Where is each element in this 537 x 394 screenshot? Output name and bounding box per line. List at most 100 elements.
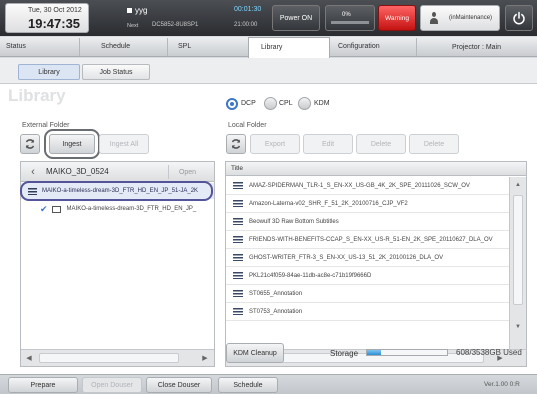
package-icon [233,254,243,261]
list-item[interactable]: ✔ MAIKO-a-timeless-dream-3D_FTR_HD_EN_JP… [40,202,212,216]
column-header-title: Title [226,162,526,176]
schedule-button[interactable]: Schedule [218,377,278,393]
table-row[interactable]: ST0753_Annotation [226,303,509,321]
radio-dcp[interactable]: DCP [226,96,262,112]
sub-tab-bar [0,58,537,84]
warning-button[interactable]: Warning [378,5,416,31]
table-row[interactable]: FRIENDS-WITH-BENEFITS-CCAP_S_EN-XX_US-R_… [226,231,509,249]
tab-library[interactable]: Library [248,37,330,58]
clock-panel: Tue, 30 Oct 2012 19:47:35 [5,3,89,33]
power-off-button[interactable] [505,5,533,31]
scroll-down-icon[interactable]: ▼ [510,319,526,335]
progress-percent: 0% [342,12,351,18]
scroll-thumb[interactable] [513,195,523,305]
tab-projector-main[interactable]: Projector : Main [420,39,533,55]
now-playing-title: yyg [135,6,148,15]
radio-label: DCP [241,100,256,107]
table-row[interactable]: ST0655_Annotation [226,285,509,303]
external-path-label: MAIKO_3D_0524 [46,167,109,176]
refresh-icon [231,139,241,149]
local-vertical-scrollbar[interactable]: ▲ ▼ [509,177,526,349]
radio-label: KDM [314,100,330,107]
row-title: Beowulf 3D Raw Bottom Subtitles [249,218,339,225]
storage-usage-text: 608/3538GB Used [456,348,522,357]
kdm-cleanup-button[interactable]: KDM Cleanup [226,343,284,363]
radio-kdm[interactable]: KDM [298,96,338,112]
external-horizontal-scrollbar[interactable]: ◀ ▶ [21,349,214,366]
package-icon [233,272,243,279]
row-title: GHOST-WRITER_FTR-3_S_EN-XX_US-13_51_2K_2… [249,254,444,261]
power-on-button[interactable]: Power ON [272,5,320,31]
ingest-button[interactable]: Ingest [49,134,95,154]
time-label: 19:47:35 [28,16,81,31]
storage-bar [366,349,448,356]
back-arrow-icon[interactable]: ‹ [27,165,39,179]
date-label: Tue, 30 Oct 2012 [28,7,82,14]
tab-label: Configuration [338,43,380,50]
row-title: Amazon-Laterna-v02_SHR_F_51_2K_20100716_… [249,200,408,207]
package-icon [233,236,243,243]
ingest-all-button[interactable]: Ingest All [99,134,149,154]
scroll-left-icon[interactable]: ◀ [21,350,37,366]
scroll-thumb[interactable] [39,353,179,363]
version-label: Ver.1.00 0:R [484,381,520,388]
radio-cpl[interactable]: CPL [264,96,300,112]
sub-tab-job-status[interactable]: Job Status [82,64,150,80]
list-item[interactable]: MAIKO-a-timeless-dream-3D_FTR_HD_EN_JP_5… [24,184,210,198]
user-name: (inMaintenance) [449,15,493,21]
radio-selected-icon [226,98,238,110]
row-title: ST0655_Annotation [249,290,303,297]
tab-spl[interactable]: SPL [175,38,245,56]
checkmark-icon[interactable]: ✔ [40,204,48,215]
external-item-name: MAIKO-a-timeless-dream-3D_FTR_HD_EN_JP_ [66,206,197,212]
table-row[interactable]: GHOST-WRITER_FTR-3_S_EN-XX_US-13_51_2K_2… [226,249,509,267]
refresh-icon [25,139,35,149]
external-item-name: MAIKO-a-timeless-dream-3D_FTR_HD_EN_JP_5… [42,188,199,194]
tab-label: Library [261,44,283,51]
package-icon [233,290,243,297]
table-row[interactable]: Beowulf 3D Raw Bottom Subtitles [226,213,509,231]
user-icon [430,12,438,25]
tab-configuration[interactable]: Configuration [332,38,417,56]
local-folder-panel: Title AMAZ-SPIDERMAN_TLR-1_S_EN-XX_US-GB… [225,161,527,367]
sub-tab-library[interactable]: Library [18,64,80,80]
filter-radio-group: DCP CPL KDM [226,96,346,112]
package-icon [233,218,243,225]
reel-icon [51,205,61,213]
scroll-up-icon[interactable]: ▲ [510,177,526,193]
local-refresh-button[interactable] [226,134,246,154]
scroll-right-icon[interactable]: ▶ [197,350,213,366]
radio-icon [264,97,277,110]
close-douser-button[interactable]: Close Douser [146,377,212,393]
power-icon [513,11,525,25]
open-button[interactable]: Open [168,165,206,179]
tab-schedule[interactable]: Schedule [96,38,168,56]
delete-all-button[interactable]: Delete [409,134,459,154]
storage-label: Storage [330,349,359,358]
progress-bar [331,21,369,24]
delete-button[interactable]: Delete [356,134,406,154]
radio-label: CPL [279,100,293,107]
tab-label: Status [6,43,26,50]
external-refresh-button[interactable] [20,134,40,154]
storage-bar-fill [367,350,381,355]
export-button[interactable]: Export [250,134,300,154]
package-icon [233,308,243,315]
now-playing-time: 00:01:30 [234,6,262,13]
user-panel[interactable]: (inMaintenance) [420,5,500,31]
tab-status[interactable]: Status [0,38,80,56]
edit-button[interactable]: Edit [303,134,353,154]
play-indicator-icon [127,8,132,13]
table-row[interactable]: Amazon-Laterna-v02_SHR_F_51_2K_20100716_… [226,195,509,213]
next-time: 21:00:00 [234,22,258,28]
table-row[interactable]: AMAZ-SPIDERMAN_TLR-1_S_EN-XX_US-GB_4K_2K… [226,177,509,195]
package-icon [233,200,243,207]
radio-icon [298,97,311,110]
package-icon [233,182,243,189]
package-icon [28,187,37,195]
open-douser-button[interactable]: Open Douser [82,377,142,393]
table-row[interactable]: PKL21c4f059-84ae-11db-ac8e-c71b19f9666D [226,267,509,285]
row-title: AMAZ-SPIDERMAN_TLR-1_S_EN-XX_US-GB_4K_2K… [249,182,470,189]
progress-panel: 0% [325,5,375,31]
prepare-button[interactable]: Prepare [8,377,78,393]
